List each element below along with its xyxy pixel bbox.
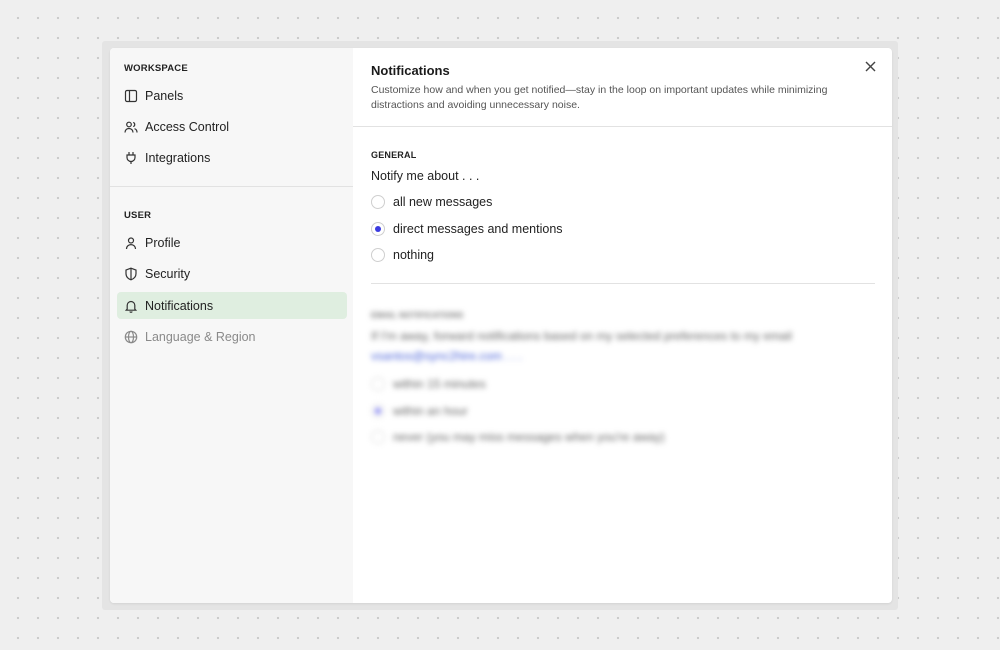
radio-option-all-messages[interactable]: all new messages (371, 193, 492, 211)
main-panel: Notifications Customize how and when you… (353, 48, 892, 603)
shield-icon (124, 267, 138, 281)
settings-dialog: WORKSPACE Panels Access Control Integrat… (110, 48, 892, 603)
radio-button[interactable] (371, 195, 385, 209)
email-section-label: EMAIL NOTIFICATIONS (371, 311, 464, 320)
workspace-section-title: WORKSPACE (124, 63, 188, 74)
email-suffix: . . . (505, 349, 522, 363)
sidebar-item-label: Profile (145, 235, 181, 250)
sidebar-item-profile[interactable]: Profile (117, 229, 347, 256)
close-icon (865, 59, 876, 77)
sidebar-item-integrations[interactable]: Integrations (117, 144, 347, 171)
radio-button[interactable] (371, 248, 385, 262)
radio-option-15-minutes[interactable]: within 15 minutes (371, 375, 486, 393)
email-notifications-section: EMAIL NOTIFICATIONS If I'm away, forward… (353, 303, 892, 463)
user-icon (124, 236, 138, 250)
globe-icon (124, 330, 138, 344)
email-address: vsantos@sync2hire.com (371, 349, 502, 363)
sidebar-item-notifications[interactable]: Notifications (117, 292, 347, 319)
radio-label: nothing (393, 248, 435, 262)
sidebar-item-label: Panels (145, 88, 184, 103)
email-address-link[interactable]: vsantos@sync2hire.com . . . (371, 349, 522, 363)
radio-label: never (you may miss messages when you're… (393, 430, 665, 444)
content-divider (371, 283, 875, 284)
sidebar-item-security[interactable]: Security (117, 260, 347, 287)
sidebar-item-access-control[interactable]: Access Control (117, 113, 347, 140)
page-title: Notifications (371, 63, 450, 78)
sidebar: WORKSPACE Panels Access Control Integrat… (110, 48, 353, 603)
radio-option-never[interactable]: never (you may miss messages when you're… (371, 428, 665, 446)
users-icon (124, 120, 138, 134)
radio-button[interactable] (371, 377, 385, 391)
radio-button-selected[interactable] (371, 404, 385, 418)
user-section-title: USER (124, 210, 152, 221)
email-question: If I'm away, forward notifications based… (371, 329, 792, 343)
header-divider (353, 126, 892, 127)
sidebar-item-label: Integrations (145, 150, 211, 165)
close-button[interactable] (862, 60, 878, 76)
sidebar-item-label: Language & Region (145, 329, 256, 344)
sidebar-item-label: Security (145, 266, 191, 281)
notify-question: Notify me about . . . (371, 169, 480, 183)
sidebar-item-label: Notifications (145, 298, 214, 313)
radio-button-selected[interactable] (371, 222, 385, 236)
sidebar-item-label: Access Control (145, 119, 230, 134)
general-section-label: GENERAL (371, 150, 417, 160)
plug-icon (124, 151, 138, 165)
sidebar-divider (110, 186, 353, 187)
sidebar-item-panels[interactable]: Panels (117, 82, 347, 109)
radio-label: within an hour (393, 404, 468, 418)
radio-label: all new messages (393, 195, 493, 209)
bell-icon (124, 299, 138, 313)
panels-icon (124, 89, 138, 103)
sidebar-item-language-region[interactable]: Language & Region (117, 323, 347, 350)
radio-option-direct-mentions[interactable]: direct messages and mentions (371, 220, 563, 238)
radio-label: direct messages and mentions (393, 222, 563, 236)
radio-option-hour[interactable]: within an hour (371, 402, 468, 420)
radio-button[interactable] (371, 430, 385, 444)
radio-option-nothing[interactable]: nothing (371, 246, 434, 264)
page-description: Customize how and when you get notified—… (371, 84, 828, 111)
radio-label: within 15 minutes (393, 377, 486, 391)
